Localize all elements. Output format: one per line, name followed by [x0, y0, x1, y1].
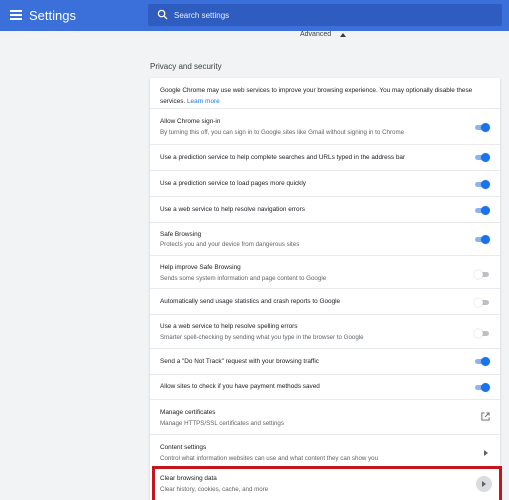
- setting-row-improve-safe-browsing[interactable]: Help improve Safe Browsing Sends some sy…: [150, 255, 500, 288]
- setting-row-content-settings[interactable]: Content settings Control what informatio…: [150, 434, 500, 470]
- setting-title: Safe Browsing: [160, 231, 202, 238]
- setting-title: Manage certificates: [160, 409, 216, 416]
- setting-row-spelling-errors[interactable]: Use a web service to help resolve spelli…: [150, 314, 500, 348]
- spelling-errors-toggle[interactable]: [474, 329, 490, 338]
- setting-subtitle: Smarter spell-checking by sending what y…: [160, 334, 364, 341]
- setting-row-search-prediction[interactable]: Use a prediction service to help complet…: [150, 144, 500, 170]
- setting-title: Content settings: [160, 444, 207, 451]
- usage-statistics-toggle[interactable]: [474, 298, 490, 307]
- setting-row-usage-statistics[interactable]: Automatically send usage statistics and …: [150, 288, 500, 314]
- setting-row-do-not-track[interactable]: Send a "Do Not Track" request with your …: [150, 348, 500, 374]
- setting-title: Send a "Do Not Track" request with your …: [160, 358, 319, 365]
- setting-title: Use a web service to help resolve spelli…: [160, 323, 298, 330]
- safe-browsing-toggle[interactable]: [474, 235, 490, 244]
- search-input[interactable]: [174, 4, 494, 26]
- intro-row: Google Chrome may use web services to im…: [150, 78, 500, 108]
- chrome-sign-in-toggle[interactable]: [474, 123, 490, 132]
- setting-subtitle: By turning this off, you can sign in to …: [160, 129, 405, 136]
- setting-row-chrome-sign-in[interactable]: Allow Chrome sign-in By turning this off…: [150, 108, 500, 144]
- intro-text: Google Chrome may use web services to im…: [160, 87, 473, 105]
- highlight-box: [152, 466, 502, 500]
- search-prediction-toggle[interactable]: [474, 153, 490, 162]
- setting-title: Use a prediction service to load pages m…: [160, 180, 306, 187]
- setting-row-page-prediction[interactable]: Use a prediction service to load pages m…: [150, 170, 500, 196]
- setting-row-payment-methods[interactable]: Allow sites to check if you have payment…: [150, 374, 500, 399]
- setting-row-manage-certificates[interactable]: Manage certificates Manage HTTPS/SSL cer…: [150, 399, 500, 434]
- setting-title: Allow sites to check if you have payment…: [160, 383, 320, 390]
- caret-up-icon[interactable]: [340, 33, 346, 37]
- setting-subtitle: Sends some system information and page c…: [160, 275, 327, 282]
- payment-methods-toggle[interactable]: [474, 383, 490, 392]
- do-not-track-toggle[interactable]: [474, 357, 490, 366]
- setting-row-safe-browsing[interactable]: Safe Browsing Protects you and your devi…: [150, 222, 500, 255]
- learn-more-link[interactable]: Learn more: [187, 98, 220, 105]
- top-bar: Settings: [0, 0, 509, 31]
- setting-subtitle: Protects you and your device from danger…: [160, 241, 300, 248]
- search-icon: [157, 9, 168, 20]
- setting-subtitle: Manage HTTPS/SSL certificates and settin…: [160, 420, 284, 427]
- open-in-new-icon[interactable]: [481, 412, 490, 421]
- search-box[interactable]: [148, 4, 502, 26]
- setting-title: Automatically send usage statistics and …: [160, 298, 341, 305]
- chevron-right-icon[interactable]: [484, 450, 488, 456]
- privacy-card: Google Chrome may use web services to im…: [150, 78, 500, 500]
- app-title: Settings: [29, 8, 76, 23]
- setting-title: Use a prediction service to help complet…: [160, 154, 406, 161]
- setting-subtitle: Control what information websites can us…: [160, 455, 379, 462]
- navigation-errors-toggle[interactable]: [474, 206, 490, 215]
- section-title: Privacy and security: [150, 62, 222, 71]
- setting-title: Help improve Safe Browsing: [160, 264, 241, 271]
- setting-title: Use a web service to help resolve naviga…: [160, 206, 305, 213]
- improve-safe-browsing-toggle[interactable]: [474, 270, 490, 279]
- setting-row-navigation-errors[interactable]: Use a web service to help resolve naviga…: [150, 196, 500, 222]
- menu-icon[interactable]: [10, 10, 22, 20]
- advanced-toggle[interactable]: Advanced: [300, 31, 331, 38]
- setting-title: Allow Chrome sign-in: [160, 118, 221, 125]
- page-prediction-toggle[interactable]: [474, 180, 490, 189]
